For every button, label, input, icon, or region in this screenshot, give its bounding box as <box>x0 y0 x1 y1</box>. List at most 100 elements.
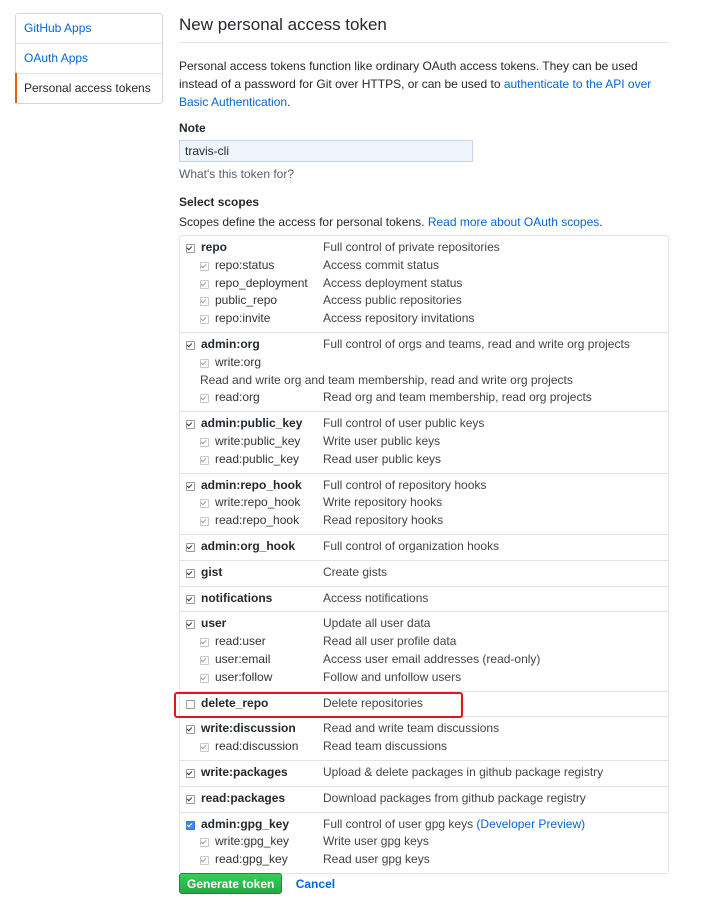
scope-checkbox[interactable] <box>200 743 209 753</box>
scope-name[interactable]: admin:org <box>201 336 260 354</box>
scope-row: user Update all user data <box>180 615 668 633</box>
scope-row: repo:status Access commit status <box>180 257 668 275</box>
scope-checkbox[interactable] <box>200 499 209 509</box>
scope-name[interactable]: user:follow <box>215 669 272 687</box>
scope-description-text: Read team discussions <box>323 739 448 754</box>
sidebar-item-github-apps[interactable]: GitHub Apps <box>16 14 162 44</box>
scope-name[interactable]: user <box>201 615 226 633</box>
note-input[interactable] <box>179 140 473 162</box>
scope-checkbox[interactable] <box>200 673 209 683</box>
scope-checkbox[interactable] <box>200 437 209 447</box>
scope-checkbox[interactable] <box>200 455 209 465</box>
scope-description-text: Full control of organization hooks <box>323 538 500 553</box>
scope-checkbox[interactable] <box>186 481 195 491</box>
developer-preview-link[interactable]: (Developer Preview) <box>476 817 585 831</box>
scope-name[interactable]: gist <box>201 564 222 582</box>
scope-description-text: Write repository hooks <box>323 495 443 510</box>
scope-description-text: Full control of user gpg keys <box>323 816 477 831</box>
scope-checkbox[interactable] <box>200 394 209 404</box>
highlight-box <box>174 691 463 719</box>
scope-description: Upload & delete packages in github packa… <box>323 764 603 782</box>
oauth-scopes-link[interactable]: Read more about OAuth scopes <box>428 215 599 229</box>
scope-checkbox[interactable] <box>200 655 209 665</box>
scope-description-text: Write user public keys <box>323 433 441 448</box>
scope-name[interactable]: write:public_key <box>215 433 300 451</box>
scope-checkbox[interactable] <box>186 820 195 830</box>
scope-checkbox[interactable] <box>200 856 209 866</box>
scope-description-text: Access repository invitations <box>323 311 475 326</box>
scope-name[interactable]: read:gpg_key <box>215 851 288 869</box>
scope-checkbox[interactable] <box>200 517 209 527</box>
scope-group: user Update all user data read:user Read al… <box>180 612 668 692</box>
scope-description: Update all user data <box>323 615 430 633</box>
scope-group: write:packages Upload & delete packages i… <box>180 761 668 787</box>
scope-name[interactable]: write:gpg_key <box>215 833 289 851</box>
scope-name[interactable]: admin:org_hook <box>201 538 295 556</box>
scope-row: read:org Read org and team membership, re… <box>180 389 668 407</box>
scope-name[interactable]: write:repo_hook <box>215 494 300 512</box>
scope-description: Access commit status <box>323 257 439 275</box>
scope-description-text: Full control of orgs and teams, read and… <box>323 336 630 351</box>
sidebar-item-personal-access-tokens[interactable]: Personal access tokens <box>15 73 162 103</box>
scope-description: Full control of user gpg keys (Developer… <box>323 816 585 834</box>
scope-checkbox[interactable] <box>200 638 209 648</box>
scope-group: read:packages Download packages from gith… <box>180 787 668 813</box>
scope-name[interactable]: write:discussion <box>201 720 296 738</box>
scope-name[interactable]: repo:status <box>215 257 274 275</box>
scope-checkbox[interactable] <box>200 358 209 368</box>
scope-checkbox[interactable] <box>200 261 209 271</box>
scope-name[interactable]: repo <box>201 239 227 257</box>
scope-checkbox[interactable] <box>186 340 195 350</box>
scope-name[interactable]: read:org <box>215 389 260 407</box>
scope-name[interactable]: read:user <box>215 633 266 651</box>
scope-checkbox[interactable] <box>186 542 195 552</box>
scope-name[interactable]: read:public_key <box>215 451 299 469</box>
scope-group: gist Create gists <box>180 561 668 587</box>
scope-description: Write user public keys <box>323 433 440 451</box>
scope-row: admin:repo_hook Full control of repositor… <box>180 477 668 495</box>
scope-name[interactable]: admin:public_key <box>201 415 302 433</box>
scopes-description: Scopes define the access for personal to… <box>179 215 669 229</box>
generate-token-button[interactable]: Generate token <box>179 873 283 894</box>
scope-description-text: Access commit status <box>323 257 440 272</box>
scope-name[interactable]: read:packages <box>201 790 285 808</box>
scope-checkbox[interactable] <box>186 620 195 630</box>
scope-checkbox[interactable] <box>186 568 195 578</box>
scope-description-text: Full control of repository hooks <box>323 477 487 492</box>
scope-name[interactable]: repo_deployment <box>215 275 308 293</box>
scope-description: Write repository hooks <box>323 494 442 512</box>
scope-name[interactable]: admin:repo_hook <box>201 477 302 495</box>
scope-checkbox[interactable] <box>186 794 195 804</box>
scope-name[interactable]: user:email <box>215 651 270 669</box>
cancel-link[interactable]: Cancel <box>296 877 335 891</box>
scope-checkbox[interactable] <box>186 768 195 778</box>
scope-name[interactable]: write:packages <box>201 764 288 782</box>
scope-row: write:org <box>180 354 668 372</box>
scope-checkbox[interactable] <box>200 279 209 289</box>
scope-name[interactable]: repo:invite <box>215 310 270 328</box>
scope-description-text: Read org and team membership, read org p… <box>323 390 592 405</box>
note-label: Note <box>179 121 206 135</box>
scope-group: repo Full control of private repositories… <box>180 236 668 333</box>
scope-checkbox[interactable] <box>186 244 195 253</box>
scope-description: Full control of private repositories <box>323 239 500 257</box>
scope-checkbox[interactable] <box>186 725 195 735</box>
scope-name[interactable]: read:repo_hook <box>215 512 299 530</box>
scope-checkbox[interactable] <box>200 297 209 307</box>
sidebar-item-oauth-apps[interactable]: OAuth Apps <box>16 44 162 74</box>
scope-description: Write user gpg keys <box>323 833 429 851</box>
scope-name[interactable]: notifications <box>201 590 272 608</box>
scopes-desc-end: . <box>599 215 603 229</box>
scope-description: Access public repositories <box>323 292 462 310</box>
scope-name[interactable]: write:org <box>215 354 261 372</box>
scope-checkbox[interactable] <box>186 420 195 430</box>
scope-name[interactable]: read:discussion <box>215 738 298 756</box>
scope-row: admin:org_hook Full control of organizati… <box>180 538 668 556</box>
scope-name[interactable]: public_repo <box>215 292 277 310</box>
scope-checkbox[interactable] <box>200 838 209 848</box>
scope-name[interactable]: admin:gpg_key <box>201 816 289 834</box>
scope-description-text: Download packages from github package re… <box>323 790 586 805</box>
scope-checkbox[interactable] <box>200 315 209 325</box>
scope-checkbox[interactable] <box>186 594 195 604</box>
scope-description: Read user gpg keys <box>323 851 430 869</box>
